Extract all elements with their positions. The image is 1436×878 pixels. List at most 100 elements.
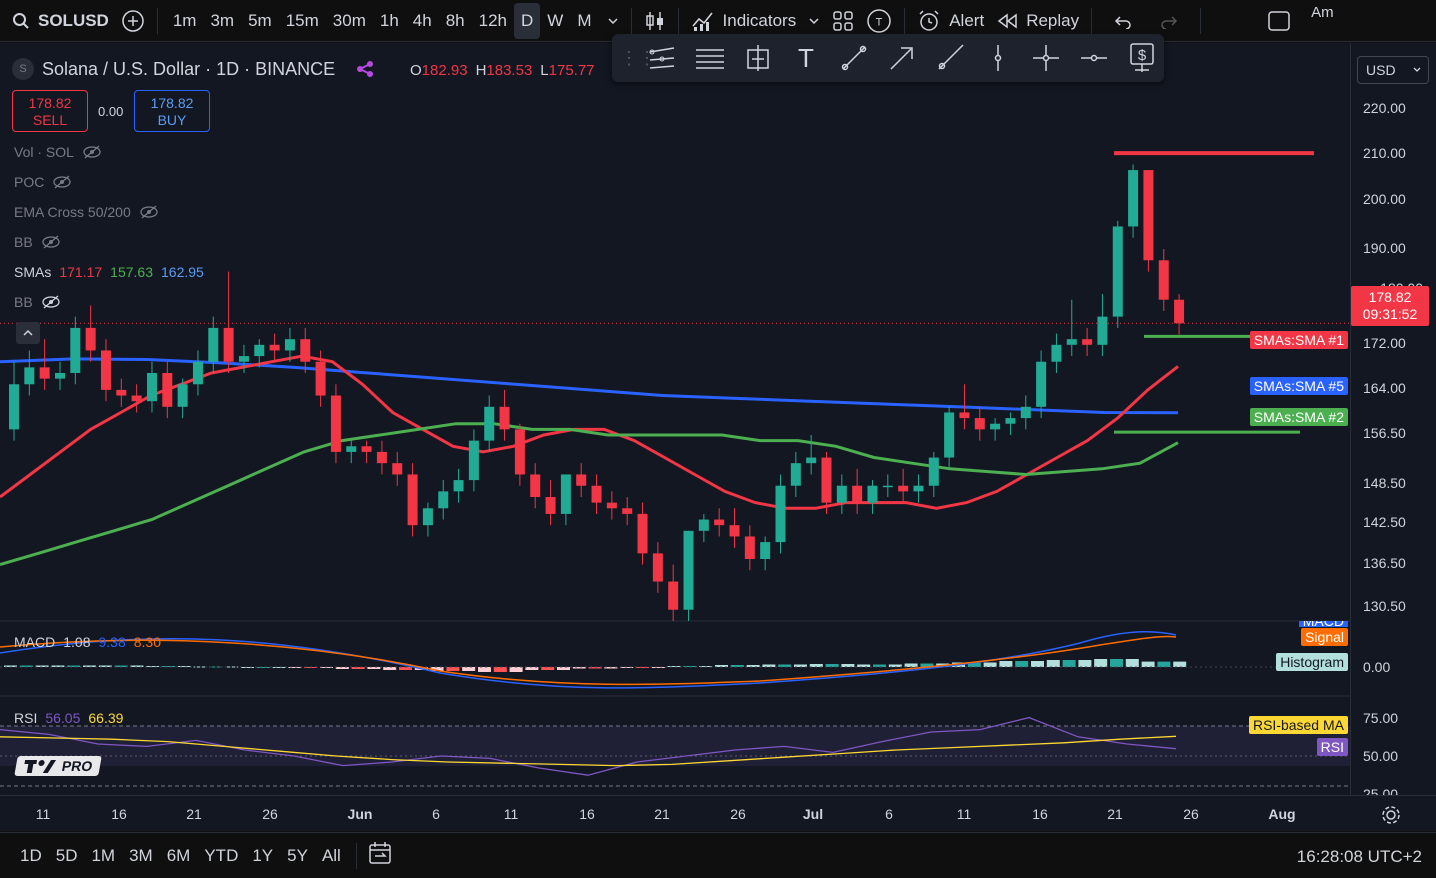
settings-button[interactable] bbox=[1380, 804, 1402, 829]
eye-hidden-icon[interactable] bbox=[41, 235, 61, 249]
range-all[interactable]: All bbox=[317, 846, 346, 866]
text-tool[interactable]: T bbox=[786, 38, 826, 78]
compare-button[interactable] bbox=[115, 0, 151, 41]
range-1d[interactable]: 1D bbox=[15, 846, 47, 866]
sma3-value: 162.95 bbox=[161, 264, 204, 280]
indicator-smas[interactable]: SMAs 171.17 157.63 162.95 bbox=[14, 264, 204, 280]
candle-body bbox=[760, 542, 771, 559]
symbol-title[interactable]: S Solana / U.S. Dollar · 1D · BINANCE bbox=[12, 58, 375, 80]
buy-button[interactable]: 178.82 BUY bbox=[134, 90, 210, 132]
interval-3m[interactable]: 3m bbox=[203, 11, 241, 31]
trend-line-tool[interactable] bbox=[834, 38, 874, 78]
ohlc-low: L175.77 bbox=[540, 62, 595, 79]
separator bbox=[904, 7, 906, 34]
indicator-poc[interactable]: POC bbox=[14, 174, 72, 190]
indicator-vol[interactable]: Vol · SOL bbox=[14, 144, 102, 160]
indicator-bb-2[interactable]: BB bbox=[14, 294, 61, 310]
sma2-tag[interactable]: SMAs:SMA #2 bbox=[1249, 408, 1348, 426]
rsi-tag[interactable]: RSI bbox=[1316, 738, 1348, 756]
candle-body bbox=[453, 480, 464, 492]
currency-select[interactable]: USD bbox=[1357, 56, 1429, 84]
candle-body bbox=[269, 344, 280, 351]
cross-line-tool[interactable] bbox=[1026, 38, 1066, 78]
utc-clock[interactable]: 16:28:08 UTC+2 bbox=[1297, 847, 1422, 867]
tradingview-logo[interactable]: PRO bbox=[14, 756, 103, 776]
interval-w[interactable]: W bbox=[540, 11, 570, 31]
candle-body bbox=[668, 581, 679, 610]
candle-body bbox=[499, 406, 510, 430]
undo-icon bbox=[1115, 15, 1131, 29]
ray-tool[interactable] bbox=[930, 38, 970, 78]
link-icon[interactable] bbox=[355, 59, 375, 79]
candle-body bbox=[1112, 226, 1123, 317]
interval-12h[interactable]: 12h bbox=[472, 11, 514, 31]
horizontal-line-tool[interactable] bbox=[1074, 38, 1114, 78]
interval-5m[interactable]: 5m bbox=[241, 11, 279, 31]
chart-svg[interactable] bbox=[0, 43, 1350, 795]
interval-m[interactable]: M bbox=[570, 11, 598, 31]
pattern-tool[interactable] bbox=[738, 38, 778, 78]
eye-hidden-icon[interactable] bbox=[82, 145, 102, 159]
eye-hidden-icon[interactable] bbox=[139, 205, 159, 219]
symbol-search[interactable]: SOLUSD bbox=[0, 0, 115, 41]
arrow-tool[interactable] bbox=[882, 38, 922, 78]
interval-1m[interactable]: 1m bbox=[166, 11, 204, 31]
account-label: Am bbox=[1311, 4, 1334, 21]
time-axis[interactable]: 11 16 21 26 Jun 6 11 16 21 26 Jul 6 11 16 21 26 Aug bbox=[0, 795, 1436, 831]
signal-tag[interactable]: Signal bbox=[1301, 628, 1348, 646]
macd-histogram-bar bbox=[651, 667, 665, 668]
eye-hidden-icon[interactable] bbox=[52, 175, 72, 189]
macd-tag[interactable]: MACD bbox=[1298, 621, 1348, 627]
sell-button[interactable]: 178.82 SELL bbox=[12, 90, 88, 132]
range-ytd[interactable]: YTD bbox=[199, 846, 243, 866]
interval-15m[interactable]: 15m bbox=[279, 11, 326, 31]
candle-body bbox=[254, 344, 265, 357]
interval-4h[interactable]: 4h bbox=[406, 11, 439, 31]
rsi-legend[interactable]: RSI 56.05 66.39 bbox=[14, 710, 123, 726]
collapse-legend-button[interactable] bbox=[16, 322, 40, 344]
chart-canvas[interactable]: SMAs:SMA #1 SMAs:SMA #5 SMAs:SMA #2 MACDSig… bbox=[0, 43, 1350, 795]
macd-histogram-bar bbox=[446, 667, 460, 671]
sma5-tag[interactable]: SMAs:SMA #5 bbox=[1249, 377, 1348, 395]
price-axis[interactable]: USD 220.00 210.00 200.00 190.00 172.00 164.00… bbox=[1350, 43, 1436, 795]
drag-handle-icon[interactable]: ⋮⋮ bbox=[620, 48, 656, 69]
sma1-tag[interactable]: SMAs:SMA #1 bbox=[1249, 331, 1348, 349]
range-6m[interactable]: 6M bbox=[162, 846, 196, 866]
trend-channel-tool[interactable] bbox=[642, 38, 682, 78]
indicator-bb[interactable]: BB bbox=[14, 234, 61, 250]
macd-histogram-bar bbox=[636, 667, 649, 668]
rsi-ma-tag[interactable]: RSI-based MA bbox=[1248, 716, 1348, 734]
macd-histogram-bar bbox=[541, 667, 555, 670]
range-5d[interactable]: 5D bbox=[51, 846, 83, 866]
fib-tool[interactable] bbox=[690, 38, 730, 78]
fullscreen-button[interactable] bbox=[1207, 0, 1311, 41]
time-tick: Jun bbox=[347, 806, 373, 822]
goto-date-button[interactable] bbox=[367, 841, 393, 870]
vertical-line-icon bbox=[994, 45, 1002, 71]
crosshair-icon bbox=[1033, 45, 1059, 71]
price-label-tool[interactable]: $ bbox=[1122, 38, 1162, 78]
macd-legend[interactable]: MACD 1.08 9.38 8.30 bbox=[14, 634, 161, 650]
macd-histogram-bar bbox=[841, 664, 855, 667]
interval-8h[interactable]: 8h bbox=[439, 11, 472, 31]
candle-body bbox=[208, 327, 219, 362]
range-5y[interactable]: 5Y bbox=[282, 846, 313, 866]
range-3m[interactable]: 3M bbox=[124, 846, 158, 866]
range-1y[interactable]: 1Y bbox=[247, 846, 278, 866]
account-menu[interactable]: Am bbox=[1311, 0, 1334, 41]
eye-hidden-icon[interactable] bbox=[41, 295, 61, 309]
indicator-ema[interactable]: EMA Cross 50/200 bbox=[14, 204, 159, 220]
interval-d[interactable]: D bbox=[514, 2, 541, 39]
interval-30m[interactable]: 30m bbox=[326, 11, 373, 31]
macd-histogram-bar bbox=[572, 667, 586, 669]
candle-body bbox=[913, 485, 924, 492]
redo-icon bbox=[1161, 15, 1178, 29]
interval-1h[interactable]: 1h bbox=[373, 11, 406, 31]
price-tick: 136.50 bbox=[1363, 555, 1406, 571]
vertical-line-tool[interactable] bbox=[978, 38, 1018, 78]
histogram-tag[interactable]: Histogram bbox=[1276, 653, 1348, 671]
range-1m[interactable]: 1M bbox=[86, 846, 120, 866]
candle-body bbox=[974, 418, 985, 430]
trend-line-icon bbox=[841, 45, 867, 71]
candle-body bbox=[560, 474, 571, 514]
